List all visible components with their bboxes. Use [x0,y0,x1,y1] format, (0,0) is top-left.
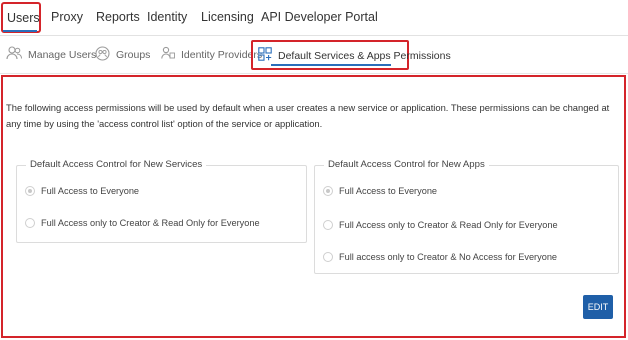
permissions-panel: The following access permissions will be… [1,75,626,338]
active-tab-content: Default Services & Apps Permissions [258,47,451,64]
active-tab-underline [271,64,391,66]
tab-manage-users-label: Manage Users [28,48,97,61]
services-access-title: Default Access Control for New Services [26,159,207,170]
tab-identity-providers[interactable]: Identity Providers [161,46,262,63]
edit-button[interactable]: EDIT [583,295,613,319]
permissions-description: The following access permissions will be… [6,102,610,129]
sub-tabs: Manage Users Groups Identity Providers D… [0,36,628,74]
tab-groups[interactable]: Groups [95,46,150,64]
identity-providers-icon [161,46,175,63]
tab-default-services-apps-permissions[interactable]: Default Services & Apps Permissions [251,40,451,70]
nav-users[interactable]: Users [1,2,41,33]
services-option-creator-read-only[interactable]: Full Access only to Creator & Read Only … [25,218,260,228]
nav-identity[interactable]: Identity [147,10,187,24]
nav-users-label: Users [7,11,40,25]
apps-option-creator-no-access-label: Full access only to Creator & No Access … [339,252,558,262]
apps-option-creator-read-only[interactable]: Full Access only to Creator & Read Only … [323,220,558,230]
groups-icon [95,46,110,64]
apps-option-creator-no-access[interactable]: Full access only to Creator & No Access … [323,252,557,262]
radio-button[interactable] [25,186,35,196]
services-option-full-access-label: Full Access to Everyone [41,186,140,196]
services-option-full-access[interactable]: Full Access to Everyone [25,186,139,196]
tab-manage-users[interactable]: Manage Users [6,46,96,63]
apps-option-creator-read-only-label: Full Access only to Creator & Read Only … [339,220,558,230]
radio-button[interactable] [25,218,35,228]
active-nav-underline [3,30,37,32]
radio-button[interactable] [323,220,333,230]
nav-reports[interactable]: Reports [96,10,140,24]
services-option-creator-read-only-label: Full Access only to Creator & Read Only … [41,218,260,228]
nav-proxy[interactable]: Proxy [51,10,83,24]
services-access-group: Default Access Control for New Services … [16,159,307,243]
permissions-icon [258,47,272,64]
tab-identity-providers-label: Identity Providers [181,48,263,61]
users-icon [6,46,22,63]
tab-groups-label: Groups [116,49,151,61]
radio-button[interactable] [323,186,333,196]
tab-default-services-apps-permissions-label: Default Services & Apps Permissions [278,49,451,62]
apps-access-title: Default Access Control for New Apps [324,159,489,170]
top-navigation: Users Proxy Reports Identity Licensing A… [0,0,628,36]
apps-option-full-access-label: Full Access to Everyone [339,186,438,196]
radio-button[interactable] [323,252,333,262]
apps-option-full-access[interactable]: Full Access to Everyone [323,186,437,196]
nav-licensing[interactable]: Licensing [201,10,254,24]
apps-access-group: Default Access Control for New Apps Full… [314,159,619,274]
nav-api-developer-portal[interactable]: API Developer Portal [261,10,378,24]
